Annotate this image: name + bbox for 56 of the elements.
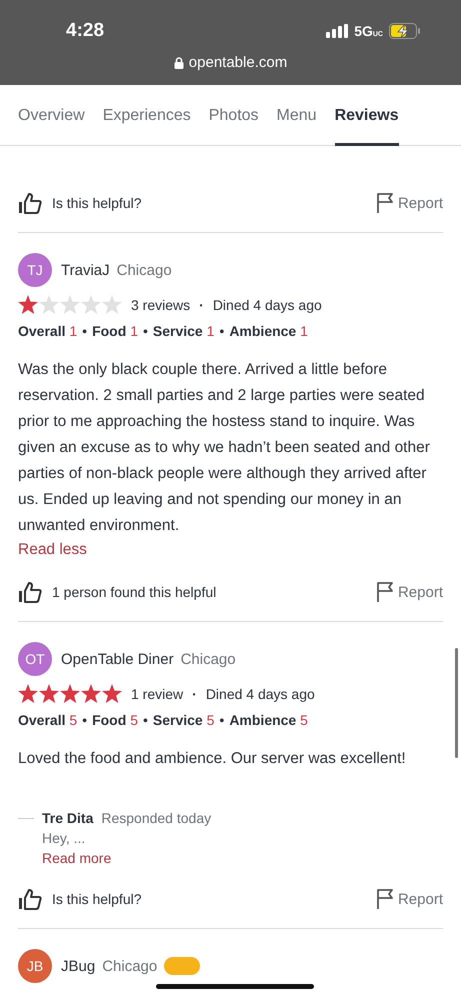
star-icon (81, 684, 101, 703)
avatar: JB (18, 949, 52, 983)
reviewer-location: Chicago (180, 650, 236, 668)
thumbs-up-icon (18, 192, 42, 214)
response-text: Hey, ... (42, 830, 86, 846)
review-count: 1 review (131, 686, 184, 702)
star-icon (60, 684, 80, 703)
thumbs-up-icon (18, 888, 42, 910)
star-icon (60, 295, 80, 314)
star-icon (81, 295, 101, 314)
flag-icon (376, 192, 394, 214)
battery-charging-icon (389, 23, 421, 39)
star-icon (102, 295, 122, 314)
avatar: OT (18, 642, 52, 676)
tab[interactable]: Menu (276, 85, 317, 146)
reviewer-name: TraviaJ (61, 262, 110, 278)
star-icon (18, 295, 38, 314)
responder-name: Tre Dita (42, 810, 94, 826)
signal-icon (326, 24, 348, 38)
thumbs-up-icon (18, 581, 42, 603)
tab[interactable]: Overview (18, 85, 85, 146)
report-button[interactable]: Report (376, 581, 443, 603)
reviewer-location: Chicago (102, 958, 158, 974)
star-icon (102, 684, 122, 703)
dined-date: Dined 4 days ago (206, 686, 315, 702)
star-icon (39, 684, 59, 703)
star-icon (18, 684, 38, 703)
separator-dot: · (191, 686, 198, 702)
reviewer-name: OpenTable Diner (61, 650, 174, 668)
reviewer-location: Chicago (116, 262, 172, 278)
avatar: TJ (18, 253, 52, 287)
review-text: Loved the food and ambience. Our server was excellent! (18, 749, 407, 769)
rating-breakdown: Overall 5 • Food 5 • Service 5 • Ambience 5 (18, 712, 309, 728)
helpful-button[interactable]: Is this helpful? (18, 888, 142, 910)
helpful-button[interactable]: 1 person found this helpful (18, 581, 216, 603)
review-text: Was the only black couple there. Arrived a little before reservation. 2 small parties and 2 large parties were seated prior to me approaching the hostess stand to inquire. Was given an excuse as to why we hadn’t been seated and other parties of non-black people were although they arrived after us. Ended up leaving and not spending our money in an unwanted environment. (18, 360, 431, 536)
address-bar[interactable]: opentable.com (174, 54, 288, 71)
report-button[interactable]: Report (376, 888, 443, 910)
flag-icon (376, 581, 394, 603)
tab[interactable]: Reviews (334, 85, 399, 146)
reviewer-name: JBug (61, 958, 96, 974)
report-button[interactable]: Report (376, 192, 443, 214)
read-less-link[interactable]: Read less (18, 541, 87, 559)
response-time: Responded today (101, 810, 212, 826)
tab[interactable]: Experiences (102, 85, 191, 146)
review-count: 3 reviews (131, 296, 190, 312)
flag-icon (376, 888, 394, 910)
separator-dot: · (198, 296, 205, 312)
star-icon (39, 295, 59, 314)
rating-breakdown: Overall 1 • Food 1 • Service 1 • Ambience 1 (18, 323, 309, 339)
helpful-button[interactable]: Is this helpful? (18, 192, 142, 214)
dined-date: Dined 4 days ago (212, 296, 322, 312)
tab[interactable]: Photos (208, 85, 259, 146)
lock-icon (174, 56, 184, 68)
clock-time: 4:28 (66, 20, 104, 42)
read-more-link[interactable]: Read more (42, 850, 443, 866)
